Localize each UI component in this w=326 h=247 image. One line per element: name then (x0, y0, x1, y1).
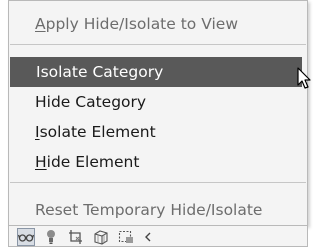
hide-isolate-context-menu: Apply Hide/Isolate to View Isolate Categ… (8, 0, 308, 226)
temporary-hide-icon[interactable] (117, 228, 135, 246)
menu-item-apply-hide-isolate-to-view[interactable]: Apply Hide/Isolate to View (9, 9, 301, 39)
mnemonic-h: H (35, 153, 47, 171)
menu-item-reset-temporary-hide-isolate[interactable]: Reset Temporary Hide/Isolate (9, 195, 301, 225)
menu-separator (10, 182, 306, 183)
mouse-pointer-icon (297, 67, 311, 89)
3d-section-box-icon[interactable] (92, 228, 110, 246)
view-control-bar (8, 226, 308, 247)
menu-separator (10, 44, 306, 45)
lightbulb-icon[interactable] (42, 228, 60, 246)
menu-item-hide-element[interactable]: Hide Element (9, 147, 301, 177)
menu-item-isolate-element[interactable]: Isolate Element (9, 117, 301, 147)
chevron-left-icon[interactable] (141, 228, 159, 246)
glasses-icon[interactable] (17, 228, 35, 246)
menu-item-isolate-category[interactable]: Isolate Category (10, 57, 302, 87)
crop-view-icon[interactable] (67, 228, 85, 246)
mnemonic-a: A (35, 15, 46, 33)
menu-item-hide-category[interactable]: Hide Category (9, 87, 301, 117)
